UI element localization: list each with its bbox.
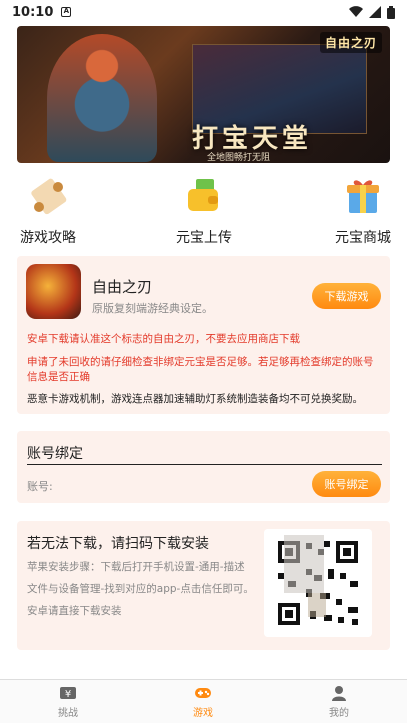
warning-text: 安卓下载请认准这个标志的自由之刃，不要去应用商店下载 — [27, 333, 300, 345]
install-steps: 苹果安装步骤：下载后打开手机设置-通用-描述文件与设备管理-找到对应的app-点… — [27, 561, 254, 617]
notice-text: 恶意卡游戏机制，游戏连点器加速辅助灯系统制造装备均不可兑换奖励。 — [27, 393, 363, 405]
shortcut-label: 元宝商城 — [335, 230, 391, 246]
shortcut-label: 游戏攻略 — [20, 230, 76, 246]
game-card: 自由之刃 原版复刻端游经典设定。 下载游戏 安卓下载请认准这个标志的自由之刃，不… — [17, 256, 390, 414]
tab-label: 游戏 — [193, 708, 213, 719]
bottom-tab-bar: ¥ 挑战 游戏 我的 — [0, 679, 407, 723]
shortcut-row: 游戏攻略 元宝上传 元宝商城 — [0, 175, 407, 247]
wifi-icon — [349, 6, 363, 18]
title-underline — [27, 464, 382, 465]
shortcut-mall[interactable]: 元宝商城 — [331, 175, 395, 247]
status-indicators — [349, 5, 395, 19]
status-time: 10:10 — [12, 4, 54, 20]
battery-icon — [387, 5, 395, 19]
tab-label: 我的 — [329, 708, 349, 719]
banner-subline: 全地图畅打无阻 — [207, 153, 271, 163]
qr-download-card: 若无法下载，请扫码下载安装 苹果安装步骤：下载后打开手机设置-通用-描述文件与设… — [17, 521, 390, 650]
gamepad-icon — [195, 688, 211, 698]
scroll-icon — [31, 178, 67, 215]
status-bar: 10:10 A — [0, 0, 407, 24]
game-description: 原版复刻端游经典设定。 — [92, 302, 213, 315]
game-app-icon — [26, 264, 81, 319]
gift-icon — [347, 180, 379, 213]
shortcut-guide[interactable]: 游戏攻略 — [16, 175, 80, 247]
hero-artwork — [47, 34, 157, 162]
shortcut-upload[interactable]: 元宝上传 — [172, 175, 236, 247]
user-icon — [332, 686, 346, 701]
game-name: 自由之刃 — [92, 278, 153, 296]
account-label: 账号: — [27, 480, 53, 493]
tab-challenge[interactable]: ¥ 挑战 — [28, 684, 108, 719]
sim-icon: A — [61, 7, 72, 17]
warning-text: 申请了未回收的请仔细检查非绑定元宝是否足够。若足够再检查绑定的账号信息是否正确 — [27, 356, 374, 383]
wallet-icon — [188, 179, 218, 211]
bind-account-button[interactable]: 账号绑定 — [312, 471, 381, 497]
signal-icon — [369, 6, 381, 18]
shortcut-label: 元宝上传 — [176, 230, 232, 246]
banner-logo: 自由之刃 — [319, 32, 382, 53]
bind-title: 账号绑定 — [27, 446, 83, 462]
svg-text:¥: ¥ — [65, 689, 71, 700]
qr-title: 若无法下载，请扫码下载安装 — [27, 536, 209, 552]
ticket-icon: ¥ — [60, 687, 76, 700]
qr-code — [264, 529, 372, 637]
account-bind-card: 账号绑定 账号: 账号绑定 — [17, 431, 390, 503]
tab-label: 挑战 — [58, 708, 78, 719]
promo-banner[interactable]: 自由之刃 打宝天堂 全地图畅打无阻 — [17, 26, 390, 163]
download-game-button[interactable]: 下载游戏 — [312, 283, 381, 309]
tab-games[interactable]: 游戏 — [163, 684, 243, 719]
tab-mine[interactable]: 我的 — [299, 684, 379, 719]
